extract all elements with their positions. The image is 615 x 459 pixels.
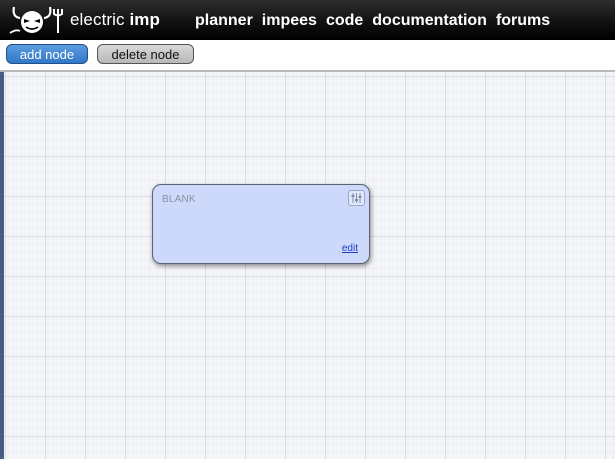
- nav-planner[interactable]: planner: [195, 11, 253, 31]
- brand-name[interactable]: electric imp: [70, 10, 160, 30]
- toolbar: add node delete node: [0, 40, 615, 72]
- canvas-left-border: [0, 72, 4, 459]
- brand-name-bold: imp: [129, 10, 161, 29]
- top-header: electric imp planner impees code documen…: [0, 0, 615, 40]
- delete-node-button[interactable]: delete node: [97, 44, 194, 64]
- nav-impees[interactable]: impees: [262, 11, 317, 31]
- node-card[interactable]: BLANK edit: [152, 184, 370, 264]
- app-window: electric imp planner impees code documen…: [0, 0, 615, 459]
- nav-forums[interactable]: forums: [496, 11, 550, 31]
- sliders-icon[interactable]: [348, 190, 365, 206]
- imp-devil-logo-icon[interactable]: [8, 3, 68, 37]
- nav-code[interactable]: code: [326, 11, 363, 31]
- node-edit-link[interactable]: edit: [342, 243, 358, 254]
- node-title: BLANK: [162, 194, 196, 205]
- brand-name-light: electric: [70, 10, 125, 29]
- add-node-button[interactable]: add node: [6, 44, 88, 64]
- planner-canvas[interactable]: [0, 72, 615, 459]
- nav-documentation[interactable]: documentation: [372, 11, 487, 31]
- main-nav: planner impees code documentation forums: [195, 11, 550, 31]
